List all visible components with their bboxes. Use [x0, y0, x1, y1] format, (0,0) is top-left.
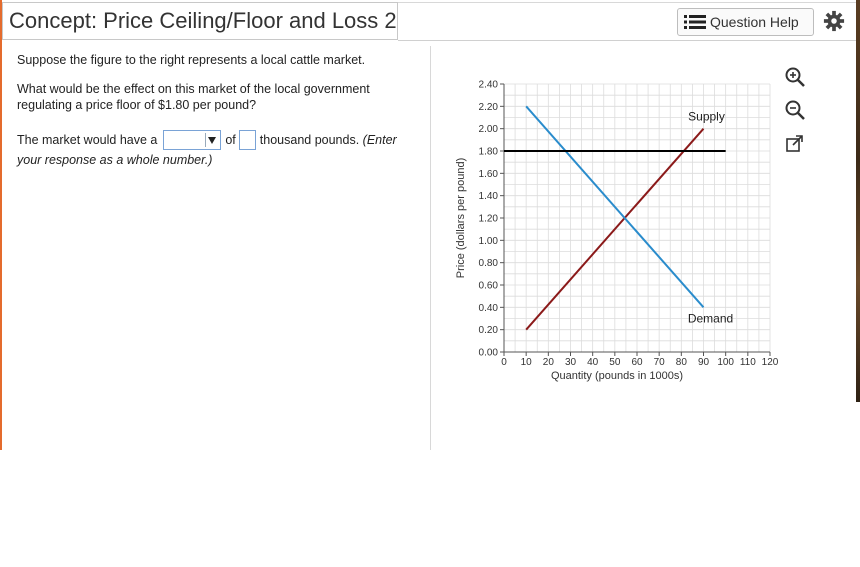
zoom-out-icon[interactable] — [784, 99, 806, 121]
question-text: What would be the effect on this market … — [17, 81, 417, 113]
x-tick-label: 120 — [762, 357, 779, 368]
y-tick-label: 1.00 — [479, 236, 499, 247]
zoom-in-icon[interactable] — [784, 66, 806, 88]
gear-icon[interactable] — [823, 10, 845, 32]
x-tick-label: 20 — [543, 357, 555, 368]
y-tick-label: 2.20 — [479, 102, 499, 113]
y-tick-label: 1.20 — [479, 214, 499, 225]
list-icon — [684, 15, 706, 29]
demand-label: Demand — [688, 311, 733, 325]
question-line-1: What would be the effect on this market … — [17, 82, 370, 96]
y-tick-label: 2.00 — [479, 124, 499, 135]
supply-label: Supply — [688, 110, 725, 124]
y-tick-label: 0.60 — [479, 281, 499, 292]
chevron-down-icon — [205, 133, 217, 147]
left-accent-bar — [0, 0, 2, 450]
answer-suffix: thousand pounds. — [259, 133, 360, 147]
y-tick-label: 1.80 — [479, 147, 499, 158]
answer-of-label: of — [225, 133, 236, 147]
x-tick-label: 50 — [609, 357, 621, 368]
answer-hint-start: (Enter — [362, 133, 397, 147]
question-help-button[interactable]: Question Help — [677, 8, 814, 36]
answer-prefix: The market would have a — [17, 133, 158, 147]
y-tick-label: 0.20 — [479, 325, 499, 336]
panel-divider — [430, 46, 431, 450]
quantity-input[interactable] — [238, 130, 256, 150]
x-tick-label: 30 — [565, 357, 577, 368]
x-tick-label: 70 — [654, 357, 666, 368]
supply-demand-chart: 0.00 0.20 0.40 0.60 0.80 1.00 1.20 1.40 1.60 1.80… — [455, 80, 779, 383]
y-tick-label: 1.60 — [479, 169, 499, 180]
y-tick-label: 1.40 — [479, 191, 499, 202]
x-axis-label: Quantity (pounds in 1000s) — [551, 370, 683, 382]
question-intro: Suppose the figure to the right represen… — [17, 53, 366, 67]
question-line-2: regulating a price floor of $1.80 per po… — [17, 98, 257, 112]
x-tick-label: 0 — [501, 357, 507, 368]
question-frame: Concept: Price Ceiling/Floor and Loss 2 … — [0, 0, 860, 450]
x-tick-label: 100 — [717, 357, 734, 368]
question-help-label: Question Help — [710, 14, 799, 30]
right-edge-strip — [856, 0, 860, 402]
y-tick-label: 0.00 — [479, 348, 499, 359]
y-tick-label: 0.80 — [479, 258, 499, 269]
y-tick-label: 2.40 — [479, 80, 499, 91]
y-tick-label: 0.40 — [479, 303, 499, 314]
page-title: Concept: Price Ceiling/Floor and Loss 2 — [2, 2, 398, 40]
y-axis-label: Price (dollars per pound) — [455, 158, 467, 278]
x-tick-label: 80 — [676, 357, 688, 368]
x-tick-label: 10 — [521, 357, 533, 368]
header-top-border — [398, 2, 856, 3]
answer-hint-end: your response as a whole number.) — [17, 153, 213, 167]
answer-type-dropdown[interactable] — [163, 130, 222, 150]
header-bottom-border — [398, 40, 856, 41]
answer-row: The market would have a of thousand pounds… — [17, 130, 427, 150]
x-tick-label: 40 — [587, 357, 599, 368]
x-tick-label: 110 — [740, 357, 756, 368]
external-window-icon[interactable] — [784, 133, 806, 155]
x-tick-label: 90 — [698, 357, 710, 368]
x-tick-label: 60 — [631, 357, 643, 368]
